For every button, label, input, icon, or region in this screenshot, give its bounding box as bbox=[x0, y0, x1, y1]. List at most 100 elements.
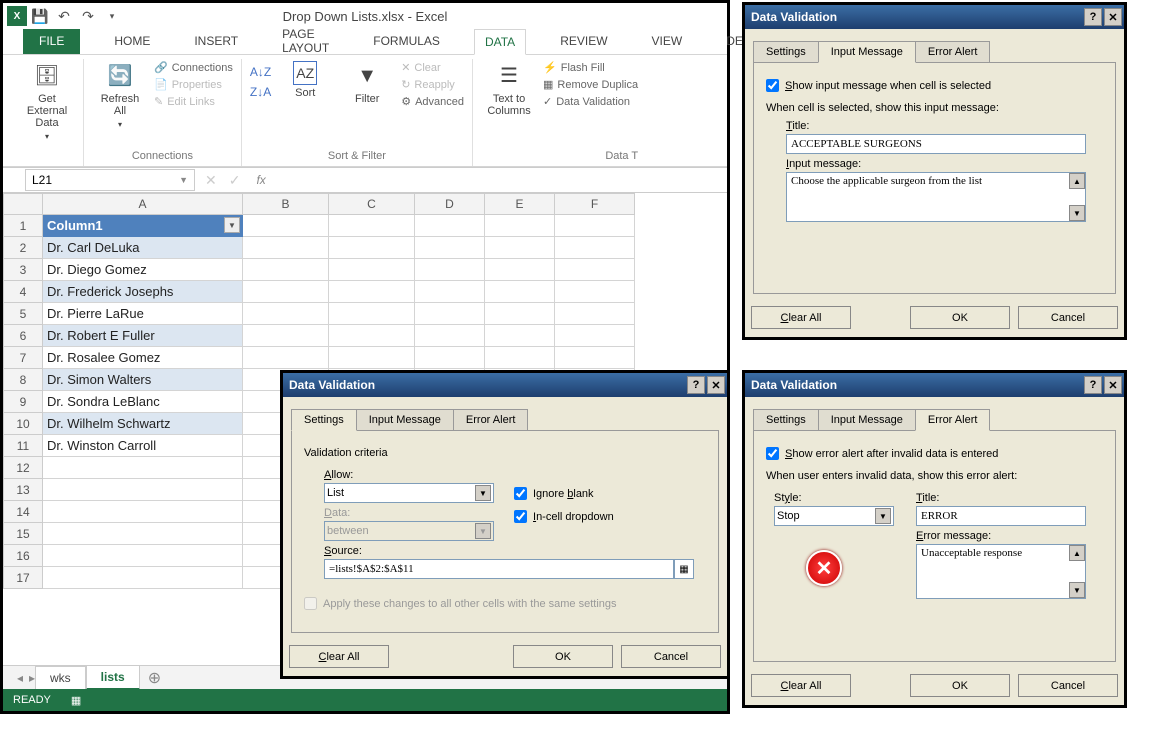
cell[interactable] bbox=[329, 347, 415, 369]
tab-input-message[interactable]: Input Message bbox=[818, 41, 916, 63]
refresh-all-button[interactable]: 🔄 Refresh All▾ bbox=[92, 61, 148, 131]
cell[interactable] bbox=[415, 347, 485, 369]
cancel-button[interactable]: Cancel bbox=[621, 645, 721, 668]
row-header[interactable]: 10 bbox=[3, 413, 43, 435]
help-icon[interactable]: ? bbox=[1084, 376, 1102, 394]
redo-icon[interactable]: ↷ bbox=[77, 5, 99, 27]
tab-input-message[interactable]: Input Message bbox=[356, 409, 454, 431]
data-validation-button[interactable]: ✓Data Validation bbox=[543, 95, 638, 108]
row-header[interactable]: 9 bbox=[3, 391, 43, 413]
tab-input-message[interactable]: Input Message bbox=[818, 409, 916, 431]
tab-error-alert[interactable]: Error Alert bbox=[915, 41, 991, 63]
help-icon[interactable]: ? bbox=[1084, 8, 1102, 26]
cell[interactable] bbox=[555, 259, 635, 281]
name-box[interactable]: L21 ▼ bbox=[25, 169, 195, 191]
cell[interactable]: Dr. Robert E Fuller bbox=[43, 325, 243, 347]
tab-settings[interactable]: Settings bbox=[291, 409, 357, 431]
row-header[interactable]: 2 bbox=[3, 237, 43, 259]
allow-select[interactable]: List ▼ bbox=[324, 483, 494, 503]
cell[interactable] bbox=[415, 237, 485, 259]
error-message-textarea[interactable]: Unacceptable response ▲ ▼ bbox=[916, 544, 1086, 599]
cell[interactable]: Dr. Frederick Josephs bbox=[43, 281, 243, 303]
style-select[interactable]: Stop ▼ bbox=[774, 506, 894, 526]
save-icon[interactable]: 💾 bbox=[29, 5, 51, 27]
show-input-msg-checkbox[interactable] bbox=[766, 79, 779, 92]
cell[interactable] bbox=[415, 281, 485, 303]
row-header[interactable]: 14 bbox=[3, 501, 43, 523]
cell[interactable]: Dr. Carl DeLuka bbox=[43, 237, 243, 259]
error-title-input[interactable] bbox=[916, 506, 1086, 526]
cell[interactable] bbox=[43, 545, 243, 567]
scroll-up-icon[interactable]: ▲ bbox=[1069, 545, 1085, 561]
cell[interactable] bbox=[243, 303, 329, 325]
row-header[interactable]: 3 bbox=[3, 259, 43, 281]
show-error-alert-checkbox[interactable] bbox=[766, 447, 779, 460]
column-header[interactable]: D bbox=[415, 193, 485, 215]
input-message-textarea[interactable]: Choose the applicable surgeon from the l… bbox=[786, 172, 1086, 222]
sheet-nav-next-icon[interactable]: ▸ bbox=[29, 671, 35, 685]
clear-all-button[interactable]: Clear All bbox=[751, 306, 851, 329]
cell[interactable] bbox=[329, 303, 415, 325]
sort-az-icon[interactable]: A↓Z bbox=[250, 65, 271, 79]
add-sheet-icon[interactable]: ⊕ bbox=[140, 668, 169, 688]
sort-za-icon[interactable]: Z↓A bbox=[250, 85, 271, 99]
cell[interactable] bbox=[555, 215, 635, 237]
cell[interactable] bbox=[43, 479, 243, 501]
cell[interactable] bbox=[555, 303, 635, 325]
column-header[interactable]: B bbox=[243, 193, 329, 215]
sheet-nav-prev-icon[interactable]: ◂ bbox=[17, 671, 23, 685]
cell[interactable] bbox=[555, 347, 635, 369]
column-header[interactable]: C bbox=[329, 193, 415, 215]
cell[interactable] bbox=[555, 281, 635, 303]
row-header[interactable]: 6 bbox=[3, 325, 43, 347]
tab-insert[interactable]: INSERT bbox=[184, 28, 248, 54]
source-input[interactable] bbox=[324, 559, 674, 579]
row-header[interactable]: 16 bbox=[3, 545, 43, 567]
row-header[interactable]: 8 bbox=[3, 369, 43, 391]
tab-view[interactable]: VIEW bbox=[642, 28, 693, 54]
advanced-button[interactable]: ⚙Advanced bbox=[401, 95, 464, 108]
cell[interactable]: Dr. Wilhelm Schwartz bbox=[43, 413, 243, 435]
scroll-down-icon[interactable]: ▼ bbox=[1069, 582, 1085, 598]
ok-button[interactable]: OK bbox=[910, 306, 1010, 329]
column-header[interactable]: E bbox=[485, 193, 555, 215]
cell[interactable] bbox=[415, 259, 485, 281]
cell[interactable] bbox=[485, 237, 555, 259]
filter-dropdown-icon[interactable]: ▼ bbox=[224, 217, 240, 233]
select-all-corner[interactable] bbox=[3, 193, 43, 215]
row-header[interactable]: 1 bbox=[3, 215, 43, 237]
text-to-columns-button[interactable]: ☰ Text to Columns bbox=[481, 61, 537, 117]
get-external-data-button[interactable]: 🗄 Get External Data▾ bbox=[19, 61, 75, 143]
cell[interactable] bbox=[243, 281, 329, 303]
row-header[interactable]: 13 bbox=[3, 479, 43, 501]
filter-button[interactable]: ▼ Filter bbox=[339, 61, 395, 105]
cell[interactable] bbox=[485, 325, 555, 347]
ignore-blank-checkbox[interactable] bbox=[514, 487, 527, 500]
qat-customize-icon[interactable]: ▾ bbox=[101, 5, 123, 27]
row-header[interactable]: 17 bbox=[3, 567, 43, 589]
cell[interactable] bbox=[329, 237, 415, 259]
cancel-button[interactable]: Cancel bbox=[1018, 674, 1118, 697]
cancel-button[interactable]: Cancel bbox=[1018, 306, 1118, 329]
close-icon[interactable]: ✕ bbox=[707, 376, 725, 394]
cell[interactable] bbox=[43, 523, 243, 545]
cell[interactable] bbox=[555, 237, 635, 259]
cell[interactable] bbox=[555, 325, 635, 347]
clear-all-button[interactable]: Clear All bbox=[751, 674, 851, 697]
range-picker-icon[interactable]: ▦ bbox=[674, 559, 694, 579]
cell[interactable] bbox=[485, 215, 555, 237]
help-icon[interactable]: ? bbox=[687, 376, 705, 394]
cell[interactable] bbox=[243, 237, 329, 259]
tab-settings[interactable]: Settings bbox=[753, 41, 819, 63]
macro-record-icon[interactable]: ▦ bbox=[71, 694, 81, 707]
row-header[interactable]: 15 bbox=[3, 523, 43, 545]
tab-data[interactable]: DATA bbox=[474, 29, 526, 55]
tab-error-alert[interactable]: Error Alert bbox=[915, 409, 991, 431]
incell-dropdown-checkbox[interactable] bbox=[514, 510, 527, 523]
ok-button[interactable]: OK bbox=[513, 645, 613, 668]
sheet-tab-lists[interactable]: lists bbox=[86, 665, 140, 690]
close-icon[interactable]: ✕ bbox=[1104, 8, 1122, 26]
row-header[interactable]: 5 bbox=[3, 303, 43, 325]
cell[interactable] bbox=[415, 303, 485, 325]
clear-all-button[interactable]: Clear All bbox=[289, 645, 389, 668]
